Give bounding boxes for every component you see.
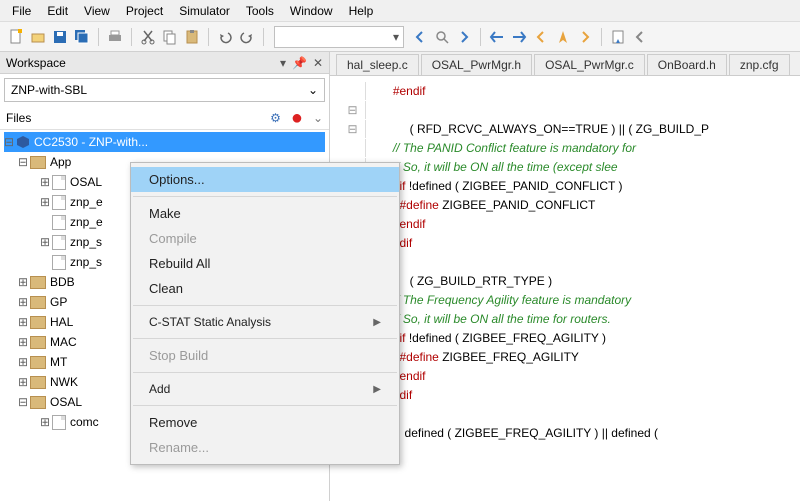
ctx-clean[interactable]: Clean [131, 276, 399, 301]
bookmark-next-icon[interactable] [575, 27, 595, 47]
menu-edit[interactable]: Edit [39, 2, 76, 20]
ctx-rebuild[interactable]: Rebuild All [131, 251, 399, 276]
menu-project[interactable]: Project [118, 2, 171, 20]
panel-pin-icon[interactable]: 📌 [292, 56, 307, 70]
menu-window[interactable]: Window [282, 2, 341, 20]
nav-last-icon[interactable] [630, 27, 650, 47]
step-fwd-icon[interactable] [509, 27, 529, 47]
goto-icon[interactable] [608, 27, 628, 47]
menu-bar[interactable]: File Edit View Project Simulator Tools W… [0, 0, 800, 22]
menu-view[interactable]: View [76, 2, 118, 20]
workspace-title: Workspace [6, 56, 66, 70]
new-file-icon[interactable] [6, 27, 26, 47]
tab[interactable]: znp.cfg [729, 54, 790, 75]
panel-close-icon[interactable]: ✕ [313, 56, 323, 70]
toolbar-combo[interactable]: ▾ [274, 26, 404, 48]
tree-root-label: CC2530 - ZNP-with... [34, 135, 148, 149]
save-all-icon[interactable] [72, 27, 92, 47]
cut-icon[interactable] [138, 27, 158, 47]
gear-icon[interactable]: ⚙ [270, 111, 281, 125]
ctx-options[interactable]: Options... [131, 167, 399, 192]
save-icon[interactable] [50, 27, 70, 47]
ctx-stop: Stop Build [131, 343, 399, 368]
submenu-arrow-icon: ▶ [373, 384, 381, 395]
dropdown-icon[interactable]: ⌄ [313, 111, 323, 125]
ctx-cstat[interactable]: C-STAT Static Analysis▶ [131, 310, 399, 334]
ctx-make[interactable]: Make [131, 201, 399, 226]
config-dropdown[interactable]: ZNP-with-SBL⌄ [4, 78, 325, 102]
ctx-rename: Rename... [131, 435, 399, 460]
menu-help[interactable]: Help [341, 2, 382, 20]
bookmark-prev-icon[interactable] [531, 27, 551, 47]
toolbar: ▾ [0, 22, 800, 52]
menu-tools[interactable]: Tools [238, 2, 282, 20]
editor-tabs: hal_sleep.c OSAL_PwrMgr.h OSAL_PwrMgr.c … [330, 52, 800, 76]
bookmark-icon[interactable] [553, 27, 573, 47]
record-icon[interactable]: ● [291, 113, 303, 123]
config-dropdown-value: ZNP-with-SBL [11, 83, 87, 97]
files-header: Files ⚙ ● ⌄ [0, 106, 329, 130]
paste-icon[interactable] [182, 27, 202, 47]
open-file-icon[interactable] [28, 27, 48, 47]
ctx-add[interactable]: Add▶ [131, 377, 399, 401]
nav-back-icon[interactable] [410, 27, 430, 47]
undo-icon[interactable] [215, 27, 235, 47]
files-label: Files [6, 111, 31, 125]
workspace-title-bar: Workspace ▾ 📌 ✕ [0, 52, 329, 74]
tab[interactable]: hal_sleep.c [336, 54, 419, 75]
print-icon[interactable] [105, 27, 125, 47]
ctx-compile: Compile [131, 226, 399, 251]
tab[interactable]: OSAL_PwrMgr.c [534, 54, 645, 75]
copy-icon[interactable] [160, 27, 180, 47]
context-menu: Options... Make Compile Rebuild All Clea… [130, 162, 400, 465]
code-editor[interactable]: #endif ⊟ ⊟ ( RFD_RCVC_ALWAYS_ON==TRUE ) … [330, 76, 800, 501]
submenu-arrow-icon: ▶ [373, 317, 381, 328]
panel-menu-icon[interactable]: ▾ [280, 56, 286, 70]
step-back-icon[interactable] [487, 27, 507, 47]
redo-icon[interactable] [237, 27, 257, 47]
tab[interactable]: OSAL_PwrMgr.h [421, 54, 532, 75]
menu-file[interactable]: File [4, 2, 39, 20]
tab[interactable]: OnBoard.h [647, 54, 727, 75]
tree-root-selected[interactable]: ⊟CC2530 - ZNP-with... [4, 132, 325, 152]
menu-simulator[interactable]: Simulator [171, 2, 238, 20]
find-icon[interactable] [432, 27, 452, 47]
nav-fwd-icon[interactable] [454, 27, 474, 47]
ctx-remove[interactable]: Remove [131, 410, 399, 435]
